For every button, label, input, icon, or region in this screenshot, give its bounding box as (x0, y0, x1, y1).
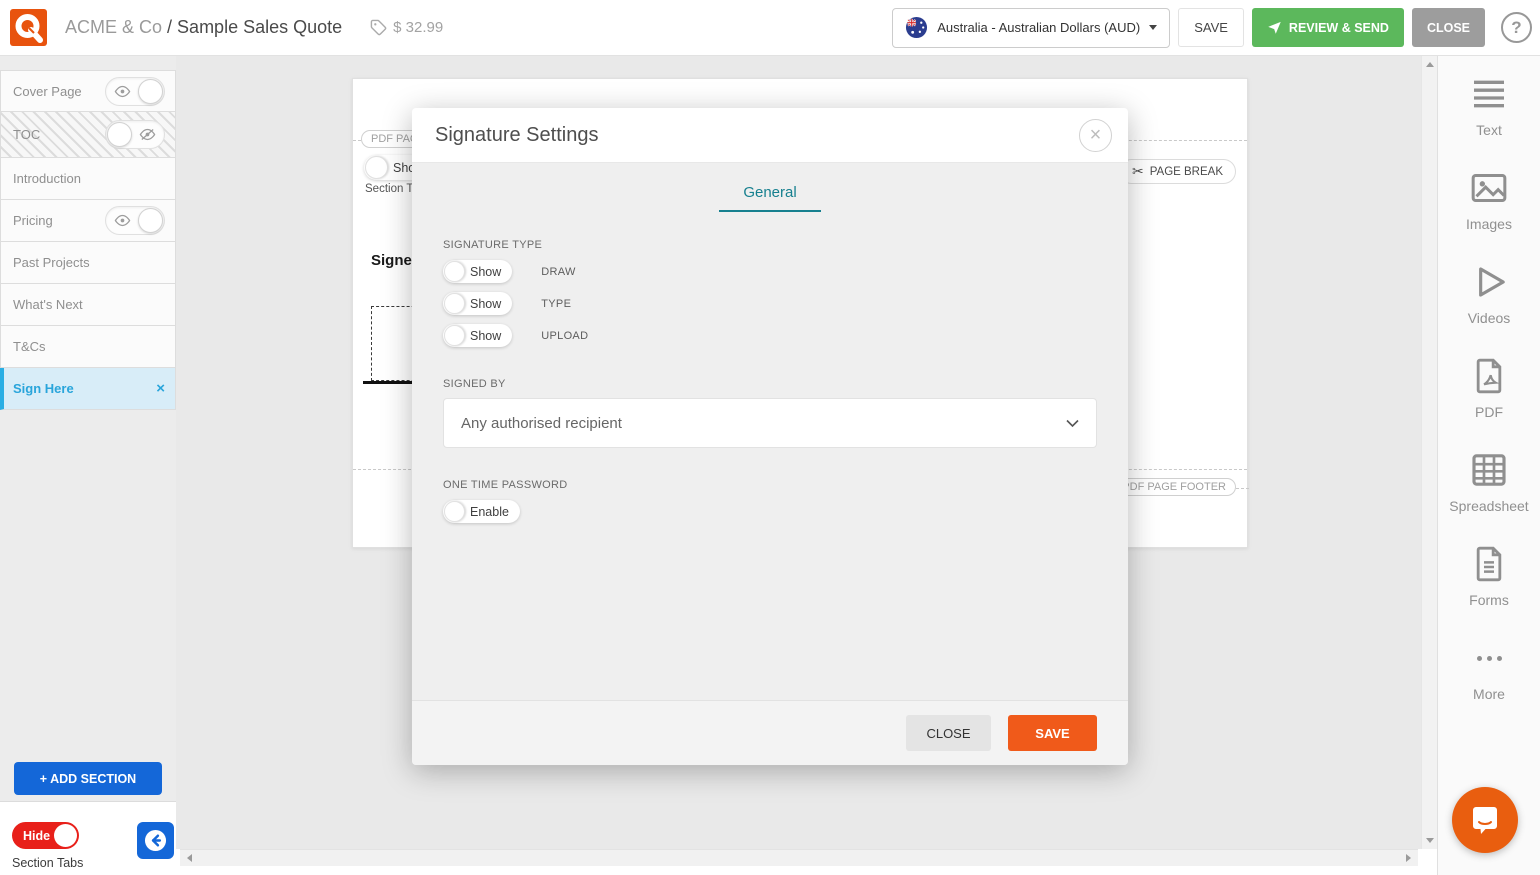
type-option-label: TYPE (541, 298, 571, 310)
modal-close-icon[interactable]: × (1079, 119, 1112, 152)
hide-section-tabs-toggle[interactable]: Hide (12, 822, 79, 849)
vertical-scrollbar[interactable] (1421, 56, 1437, 849)
app-window: ACME & Co / Sample Sales Quote $ 32.99 (0, 0, 1540, 875)
section-list: Cover Page TOC (0, 70, 176, 410)
upload-option-label: UPLOAD (541, 330, 588, 342)
close-quote-button[interactable]: CLOSE (1412, 8, 1485, 47)
price-value: $ 32.99 (393, 19, 443, 36)
top-bar: ACME & Co / Sample Sales Quote $ 32.99 (0, 0, 1540, 56)
sidebar-item-sign-here[interactable]: Sign Here × (0, 368, 176, 410)
chevron-down-icon (1066, 419, 1079, 428)
sidebar-item-introduction[interactable]: Introduction (0, 158, 176, 200)
one-time-password-label: ONE TIME PASSWORD (443, 479, 1097, 491)
modal-body: General SIGNATURE TYPE Show DRAW Show TY… (412, 163, 1128, 700)
remove-section-icon[interactable]: × (156, 380, 165, 397)
modal-tabbar: General (443, 163, 1097, 212)
send-icon (1267, 20, 1282, 35)
toolbar-item-pdf[interactable]: PDF (1469, 356, 1509, 420)
scroll-down-arrow[interactable] (1426, 838, 1434, 843)
sidebar-item-toc[interactable]: TOC (0, 112, 176, 158)
one-time-password-row: Enable (443, 500, 1097, 523)
collapse-sidebar-button[interactable] (137, 822, 174, 859)
modal-footer: CLOSE SAVE (412, 700, 1128, 765)
chat-bubble-icon (1468, 803, 1502, 837)
chevron-down-icon (1149, 25, 1157, 30)
chat-launcher-button[interactable] (1452, 787, 1518, 853)
signature-type-row-type: Show TYPE (443, 292, 1097, 315)
visibility-toggle[interactable] (105, 206, 165, 235)
eye-off-icon (139, 128, 156, 141)
text-icon (1469, 74, 1509, 114)
visibility-toggle[interactable] (105, 120, 165, 149)
toolbar-item-spreadsheet[interactable]: Spreadsheet (1449, 450, 1528, 514)
signature-settings-modal: Signature Settings × General SIGNATURE T… (412, 108, 1128, 765)
scroll-right-arrow[interactable] (1406, 854, 1411, 862)
top-bar-actions: Australia - Australian Dollars (AUD) SAV… (892, 8, 1532, 48)
modal-title: Signature Settings (435, 124, 598, 147)
eye-icon (114, 214, 131, 227)
currency-selector[interactable]: Australia - Australian Dollars (AUD) (892, 8, 1170, 48)
forms-icon (1469, 544, 1509, 584)
more-icon (1477, 638, 1502, 678)
sidebar-item-cover-page[interactable]: Cover Page (0, 70, 176, 112)
toolbar-item-videos[interactable]: Videos (1468, 262, 1511, 326)
signed-by-value: Any authorised recipient (461, 415, 622, 432)
toolbar-item-text[interactable]: Text (1469, 74, 1509, 138)
currency-label: Australia - Australian Dollars (AUD) (937, 20, 1140, 35)
sidebar-item-pricing[interactable]: Pricing (0, 200, 176, 242)
quote-price: $ 32.99 (370, 19, 443, 36)
signed-by-label: SIGNED BY (443, 378, 1097, 390)
page-break-button[interactable]: ✂ PAGE BREAK (1119, 159, 1236, 184)
images-icon (1469, 168, 1509, 208)
show-type-toggle[interactable]: Show (443, 292, 512, 315)
signature-type-row-draw: Show DRAW (443, 260, 1097, 283)
pdf-icon (1469, 356, 1509, 396)
help-icon[interactable]: ? (1501, 12, 1532, 43)
draw-option-label: DRAW (541, 266, 575, 278)
signature-type-label: SIGNATURE TYPE (443, 239, 1097, 251)
tab-general[interactable]: General (719, 184, 820, 212)
company-name: ACME & Co (65, 17, 162, 37)
app-logo-icon (10, 9, 47, 46)
toolbar-item-more[interactable]: More (1473, 638, 1505, 702)
horizontal-scrollbar[interactable] (180, 849, 1418, 866)
australia-flag-icon (905, 16, 928, 39)
breadcrumb-separator: / (162, 17, 177, 37)
section-tabs-label: Section Tabs (12, 856, 83, 870)
scissors-icon: ✂ (1132, 163, 1144, 180)
scroll-left-arrow[interactable] (187, 854, 192, 862)
signature-type-row-upload: Show UPLOAD (443, 324, 1097, 347)
sidebar-item-past-projects[interactable]: Past Projects (0, 242, 176, 284)
toolbar-item-forms[interactable]: Forms (1469, 544, 1509, 608)
scroll-up-arrow[interactable] (1426, 62, 1434, 67)
breadcrumb: ACME & Co / Sample Sales Quote (65, 17, 342, 38)
review-send-button[interactable]: REVIEW & SEND (1252, 8, 1404, 47)
toolbar-item-images[interactable]: Images (1466, 168, 1512, 232)
videos-icon (1469, 262, 1509, 302)
sidebar-item-tandcs[interactable]: T&Cs (0, 326, 176, 368)
content-toolbar: Text Images Videos PDF (1437, 56, 1540, 875)
tag-icon (370, 19, 387, 36)
add-section-button[interactable]: + ADD SECTION (14, 762, 162, 795)
show-upload-toggle[interactable]: Show (443, 324, 512, 347)
arrow-left-circle-icon (144, 829, 167, 852)
modal-close-button[interactable]: CLOSE (906, 715, 991, 751)
otp-enable-toggle[interactable]: Enable (443, 500, 520, 523)
signed-by-select[interactable]: Any authorised recipient (443, 398, 1097, 448)
spreadsheet-icon (1469, 450, 1509, 490)
pdf-page-footer-badge[interactable]: PDF PAGE FOOTER (1112, 478, 1236, 496)
eye-icon (114, 85, 131, 98)
quote-title: Sample Sales Quote (177, 17, 342, 37)
modal-header: Signature Settings × (412, 108, 1128, 163)
save-button[interactable]: SAVE (1178, 8, 1244, 47)
show-draw-toggle[interactable]: Show (443, 260, 512, 283)
section-tabs-sidebar: Cover Page TOC (0, 56, 176, 802)
visibility-toggle[interactable] (105, 77, 165, 106)
sidebar-item-whats-next[interactable]: What's Next (0, 284, 176, 326)
modal-save-button[interactable]: SAVE (1008, 715, 1097, 751)
section-tabs-visibility: Hide Section Tabs (12, 822, 83, 870)
